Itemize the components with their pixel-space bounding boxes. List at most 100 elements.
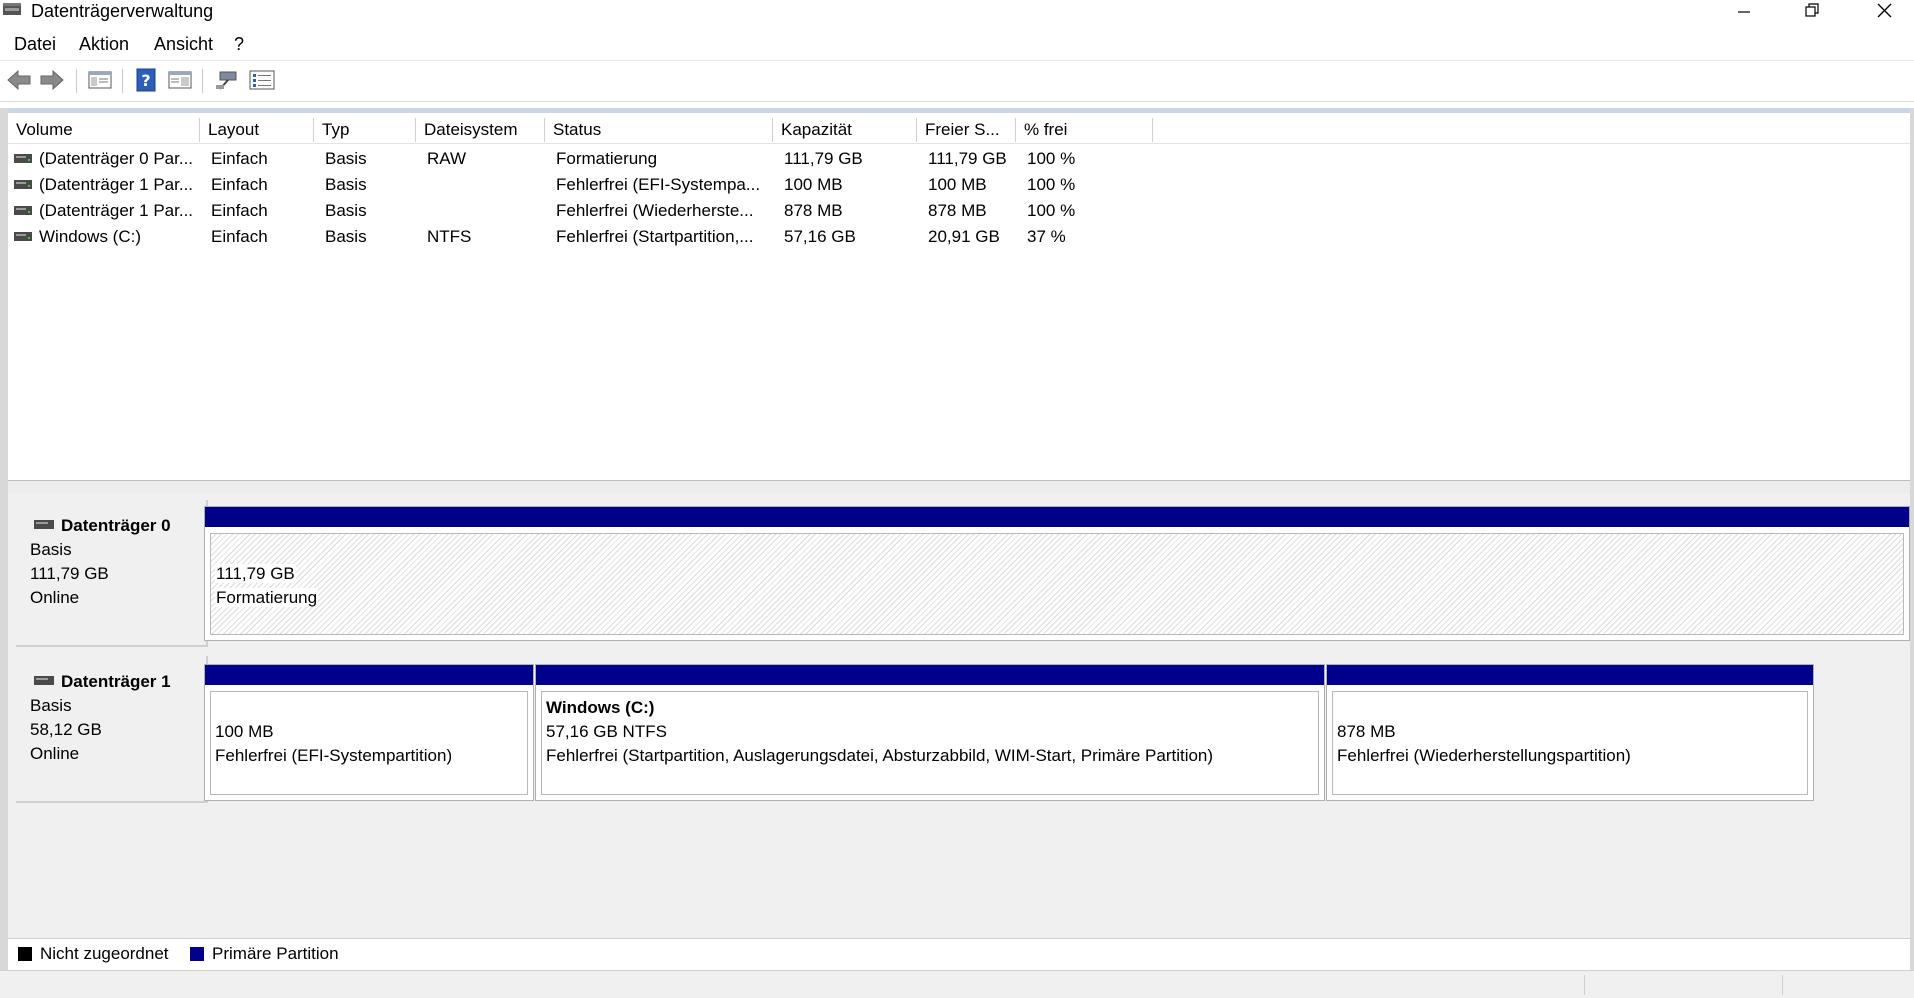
column-header-dateisystem[interactable]: Dateisystem: [416, 118, 545, 142]
pane-splitter[interactable]: [8, 480, 1910, 494]
disk-management-app-icon: [3, 3, 21, 15]
volume-row[interactable]: (Datenträger 1 Par... Einfach Basis Fehl…: [8, 172, 1910, 197]
disk-type: Basis: [30, 696, 72, 715]
cell-freier-speicher: 111,79 GB: [928, 149, 1007, 168]
cell-typ: Basis: [325, 227, 367, 246]
minimize-button[interactable]: [1714, 0, 1774, 22]
volume-list-header: Volume Layout Typ Dateisystem Status Kap…: [8, 113, 1910, 144]
cell-status: Fehlerfrei (Startpartition,...: [556, 227, 754, 246]
disk-state: Online: [30, 588, 80, 607]
window-title: Datenträgerverwaltung: [31, 1, 214, 21]
cell-layout: Einfach: [211, 149, 268, 168]
menu-ansicht[interactable]: Ansicht: [154, 32, 213, 56]
legend-label-primary: Primäre Partition: [212, 944, 339, 963]
cell-kapazitaet: 878 MB: [784, 201, 843, 220]
disk-0-label[interactable]: Datenträger 0 Basis 111,79 GB Online: [16, 500, 208, 647]
minimize-icon: [1738, 11, 1750, 13]
partition-status: Fehlerfrei (EFI-Systempartition): [215, 746, 453, 765]
column-header-kapazitaet[interactable]: Kapazität: [773, 118, 917, 142]
disk-1-label[interactable]: Datenträger 1 Basis 58,12 GB Online: [16, 656, 208, 803]
close-button[interactable]: [1854, 0, 1914, 22]
cell-layout: Einfach: [211, 227, 268, 246]
connect-icon: [216, 71, 237, 90]
status-bar: [0, 970, 1914, 998]
list-view-button[interactable]: [248, 67, 276, 93]
properties-view-button[interactable]: [166, 67, 194, 93]
menu-aktion[interactable]: Aktion: [79, 32, 129, 56]
partition-color-bar: [536, 665, 1324, 685]
column-header-typ[interactable]: Typ: [314, 118, 416, 142]
partition-color-bar: [205, 665, 533, 685]
partition-status: Fehlerfrei (Startpartition, Auslagerungs…: [546, 746, 1214, 765]
cell-volume: (Datenträger 0 Par...: [39, 149, 194, 168]
menu-help[interactable]: ?: [234, 32, 244, 56]
cell-dateisystem: NTFS: [427, 227, 472, 246]
column-header-prozent-frei[interactable]: % frei: [1016, 118, 1153, 142]
disk-type: Basis: [30, 540, 72, 559]
legend-swatch-unallocated: [18, 947, 32, 961]
forward-button[interactable]: [38, 67, 66, 93]
partition-efi[interactable]: 100 MB Fehlerfrei (EFI-Systempartition): [204, 664, 534, 801]
toolbar-separator: [122, 69, 123, 93]
cell-freier-speicher: 20,91 GB: [928, 227, 1000, 246]
connect-button[interactable]: [212, 67, 240, 93]
status-separator: [1782, 975, 1783, 995]
column-header-status[interactable]: Status: [545, 118, 773, 142]
cell-typ: Basis: [325, 175, 367, 194]
cell-kapazitaet: 100 MB: [784, 175, 843, 194]
partition-body: 100 MB Fehlerfrei (EFI-Systempartition): [210, 691, 528, 795]
volume-row[interactable]: (Datenträger 0 Par... Einfach Basis RAW …: [8, 146, 1910, 171]
partition-windows-c[interactable]: Windows (C:) 57,16 GB NTFS Fehlerfrei (S…: [535, 664, 1325, 801]
back-arrow-icon: [7, 69, 31, 91]
drive-icon: [14, 232, 32, 241]
cell-freier-speicher: 878 MB: [928, 201, 987, 220]
cell-kapazitaet: 57,16 GB: [784, 227, 856, 246]
partition-body: 878 MB Fehlerfrei (Wiederherstellungspar…: [1332, 691, 1808, 795]
status-separator: [1584, 975, 1585, 995]
cell-volume: (Datenträger 1 Par...: [39, 201, 194, 220]
partition-color-bar: [1327, 665, 1813, 685]
cell-dateisystem: RAW: [427, 149, 467, 168]
legend: Nicht zugeordnet Primäre Partition: [8, 938, 1910, 969]
console-tree-button[interactable]: [86, 67, 114, 93]
volume-row[interactable]: (Datenträger 1 Par... Einfach Basis Fehl…: [8, 198, 1910, 223]
partition-recovery[interactable]: 878 MB Fehlerfrei (Wiederherstellungspar…: [1326, 664, 1814, 801]
toolbar-separator: [76, 69, 77, 93]
partition-color-bar: [205, 507, 1909, 527]
disk-graphical-view: Datenträger 0 Basis 111,79 GB Online 111…: [8, 493, 1910, 938]
partition-size: 57,16 GB NTFS: [546, 722, 667, 741]
column-header-volume[interactable]: Volume: [8, 118, 200, 142]
cell-freier-speicher: 100 MB: [928, 175, 987, 194]
volume-row[interactable]: Windows (C:) Einfach Basis NTFS Fehlerfr…: [8, 224, 1910, 249]
column-header-layout[interactable]: Layout: [200, 118, 314, 142]
cell-layout: Einfach: [211, 175, 268, 194]
cell-prozent-frei: 37 %: [1027, 227, 1066, 246]
close-icon: [1877, 3, 1892, 18]
cell-volume: Windows (C:): [39, 227, 142, 246]
right-frame: [1910, 108, 1914, 978]
help-icon: ?: [136, 68, 156, 92]
console-tree-icon: [88, 71, 112, 89]
menu-datei[interactable]: Datei: [14, 32, 56, 56]
partition-status: Fehlerfrei (Wiederherstellungspartition): [1337, 746, 1631, 765]
partition-title: Windows (C:): [546, 698, 655, 717]
partition-size: 878 MB: [1337, 722, 1396, 741]
disk-name: Datenträger 1: [61, 672, 171, 691]
disk-name: Datenträger 0: [61, 516, 171, 535]
drive-icon: [14, 154, 32, 163]
column-header-freier-speicher[interactable]: Freier S...: [917, 118, 1016, 142]
back-button[interactable]: [5, 67, 33, 93]
help-button[interactable]: ?: [132, 67, 160, 93]
cell-prozent-frei: 100 %: [1027, 201, 1076, 220]
partition-disk0-unallocated[interactable]: 111,79 GB Formatierung: [204, 506, 1910, 641]
cell-typ: Basis: [325, 201, 367, 220]
title-bar: Datenträgerverwaltung: [0, 0, 1914, 22]
cell-kapazitaet: 111,79 GB: [784, 149, 863, 168]
svg-text:?: ?: [141, 71, 150, 90]
cell-volume: (Datenträger 1 Par...: [39, 175, 194, 194]
disk-state: Online: [30, 744, 80, 763]
cell-layout: Einfach: [211, 201, 268, 220]
legend-swatch-primary: [190, 947, 204, 961]
restore-button[interactable]: [1782, 0, 1842, 22]
cell-status: Fehlerfrei (Wiederherste...: [556, 201, 754, 220]
